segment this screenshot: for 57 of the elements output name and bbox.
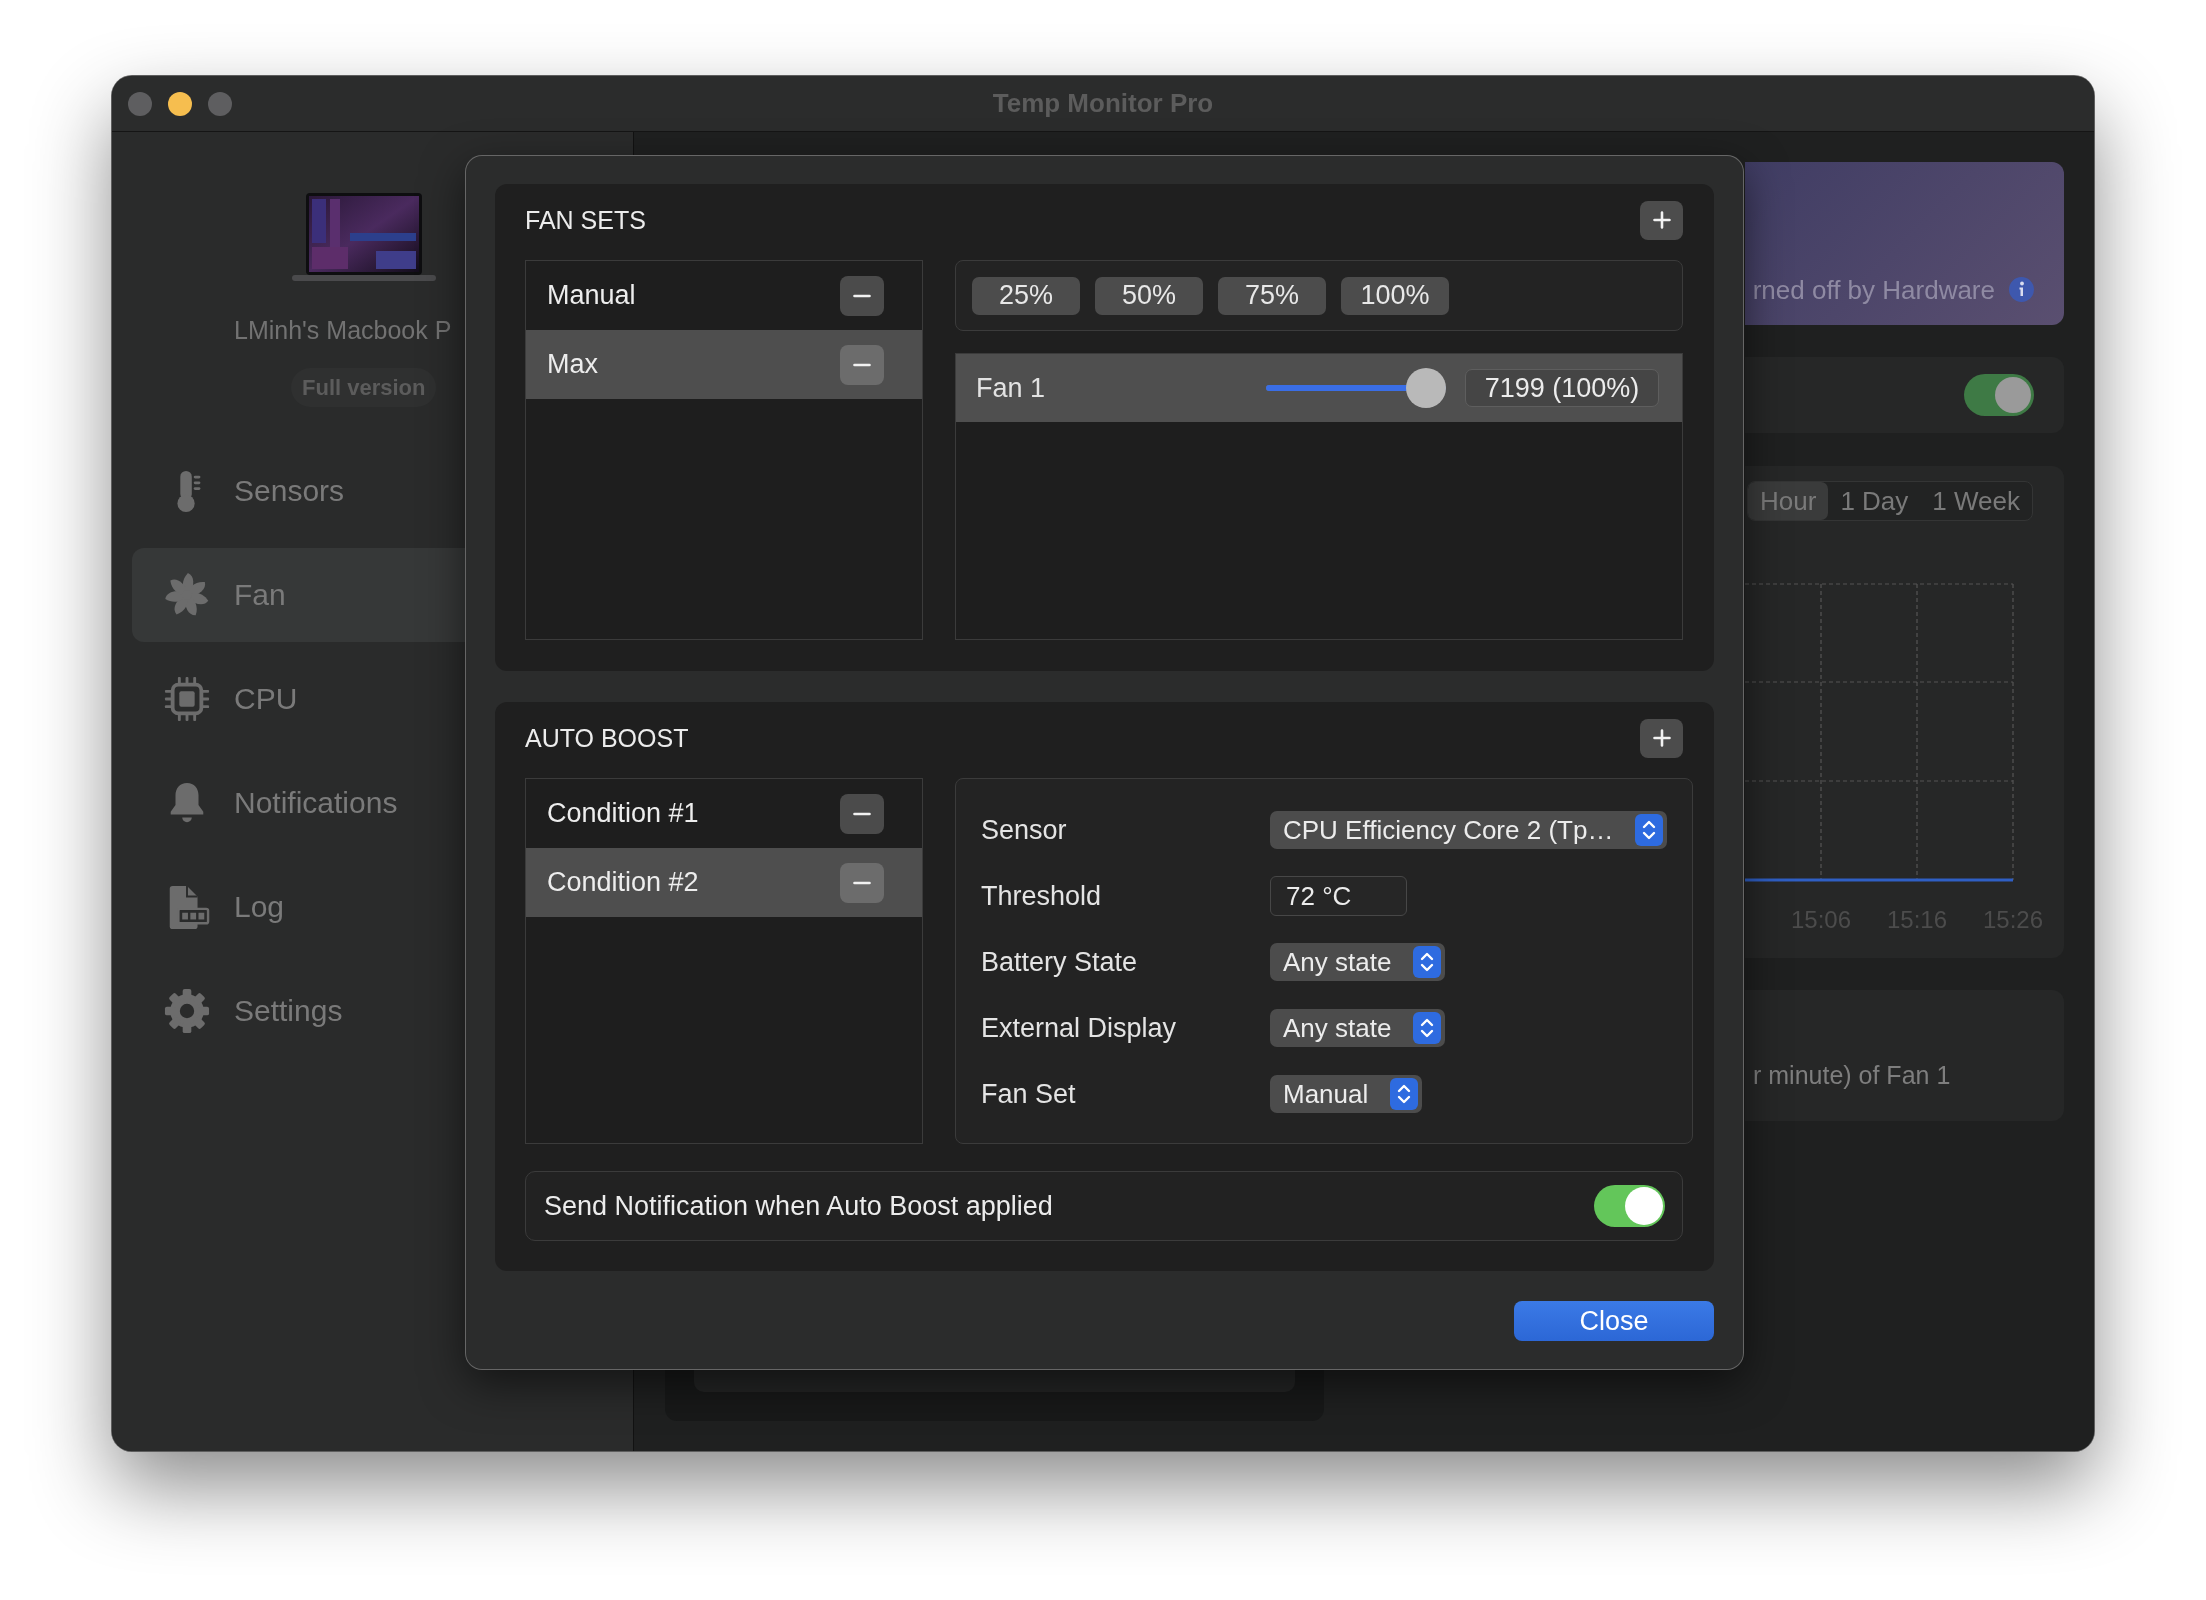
- remove-button[interactable]: [840, 862, 884, 903]
- plus-icon: [1652, 211, 1671, 229]
- info-icon[interactable]: [2009, 277, 2034, 302]
- popup-button[interactable]: CPU Efficiency Core 2 (Tp…: [1270, 811, 1668, 849]
- stepper-icon: [1635, 814, 1664, 846]
- close-window-button[interactable]: [128, 91, 152, 116]
- section-title: AUTO BOOST: [525, 723, 689, 753]
- preset-button[interactable]: 75%: [1218, 276, 1326, 315]
- banner-text: rned off by Hardware: [1752, 275, 1995, 305]
- minus-icon: [853, 811, 871, 816]
- description-text: r minute) of Fan 1: [1753, 1060, 1951, 1090]
- field-label: Battery State: [981, 946, 1139, 978]
- add-button[interactable]: [1640, 718, 1683, 758]
- setting-label: Send Notification when Auto Boost applied: [544, 1190, 1053, 1222]
- minus-icon: [853, 880, 871, 885]
- stepper-icon: [1390, 1078, 1419, 1110]
- stepper-icon: [1413, 1012, 1442, 1044]
- settings-icon: [164, 988, 210, 1034]
- preset-button[interactable]: 100%: [1341, 276, 1449, 315]
- stepper-icon: [1413, 946, 1442, 978]
- preset-button[interactable]: 25%: [972, 276, 1080, 315]
- fan-icon: [164, 572, 210, 618]
- plus-icon: [1652, 729, 1671, 747]
- toggle-switch[interactable]: [1594, 1185, 1665, 1227]
- minimize-window-button[interactable]: [168, 91, 192, 116]
- minus-icon: [853, 293, 871, 298]
- condition-item[interactable]: Condition #1: [526, 779, 922, 848]
- field-label: Sensor: [981, 814, 1068, 846]
- close-button[interactable]: Close: [1514, 1301, 1714, 1341]
- device-name: LMinh's Macbook P: [234, 315, 452, 345]
- minus-icon: [853, 362, 871, 367]
- remove-button[interactable]: [840, 344, 884, 385]
- section-title: FAN SETS: [525, 205, 646, 235]
- popup-button[interactable]: Any state: [1270, 943, 1446, 981]
- fan-set-item[interactable]: Max: [526, 330, 922, 399]
- field-label: Fan Set: [981, 1078, 1077, 1110]
- fan-set-item[interactable]: Manual: [526, 261, 922, 330]
- toggle-switch[interactable]: [1964, 374, 2034, 416]
- add-button[interactable]: [1640, 200, 1683, 240]
- slider-track[interactable]: [1266, 368, 1446, 408]
- range-tab[interactable]: 1 Day: [1828, 482, 1921, 520]
- remove-button[interactable]: [840, 793, 884, 834]
- chip-icon: [164, 676, 210, 722]
- popup-button[interactable]: Manual: [1270, 1075, 1423, 1113]
- preset-button[interactable]: 50%: [1095, 276, 1203, 315]
- zoom-window-button[interactable]: [208, 91, 232, 116]
- condition-item[interactable]: Condition #2: [526, 848, 922, 917]
- speed-field[interactable]: 7199 (100%): [1465, 369, 1659, 407]
- rules-button[interactable]: [694, 1369, 1295, 1392]
- field-label: External Display: [981, 1012, 1178, 1044]
- text-field[interactable]: 72 °C: [1270, 876, 1407, 916]
- popup-button[interactable]: Any state: [1270, 1009, 1446, 1047]
- range-tab[interactable]: 1 Week: [1920, 482, 2032, 520]
- fan-item[interactable]: Fan 1 7199 (100%): [956, 354, 1682, 422]
- remove-button[interactable]: [840, 275, 884, 316]
- slider-thumb[interactable]: [1406, 368, 1446, 408]
- field-label: Threshold: [981, 880, 1103, 912]
